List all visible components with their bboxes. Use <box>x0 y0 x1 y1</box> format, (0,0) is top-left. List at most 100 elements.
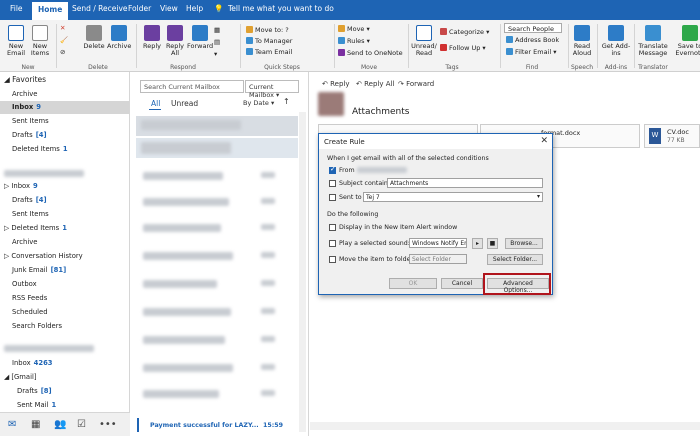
folder-item[interactable]: Outbox <box>12 280 40 288</box>
chevron-down-icon: ▾ <box>536 193 540 200</box>
ignore-icon[interactable]: ✕ <box>60 24 65 32</box>
cancel-button[interactable]: Cancel <box>441 278 483 289</box>
folder-item[interactable]: Archive <box>12 238 40 246</box>
dialog-title-text: Create Rule <box>324 138 365 146</box>
folder-name: Conversation History <box>11 252 83 260</box>
from-checkbox[interactable] <box>329 165 336 174</box>
filter-all-tab[interactable]: All <box>151 99 160 108</box>
filter-email-button[interactable]: Filter Email ▾ <box>506 48 557 56</box>
subject-contains-input[interactable]: Attachments <box>387 178 543 188</box>
folder-item[interactable]: Drafts [8] <box>17 387 52 395</box>
forward-arrow-icon: ↷ <box>398 80 407 88</box>
tasks-icon[interactable]: ☑ <box>77 419 86 430</box>
sort-by-date-dropdown[interactable]: By Date ▾ <box>243 99 274 107</box>
folder-item[interactable]: Scheduled <box>12 308 51 316</box>
display-alert-checkbox[interactable] <box>329 224 336 231</box>
people-icon[interactable]: 👥 <box>54 419 66 430</box>
new-items-button[interactable]: New Items <box>28 25 52 57</box>
follow-up-button[interactable]: Follow Up ▾ <box>440 44 486 52</box>
unread-read-button[interactable]: Unread/ Read <box>411 25 437 57</box>
new-email-button[interactable]: New Email <box>5 25 27 57</box>
move-button[interactable]: Move ▾ <box>338 25 370 33</box>
folder-item[interactable]: Junk Email [81] <box>12 266 66 274</box>
folder-item[interactable]: ▷ Inbox 9 <box>4 182 38 190</box>
archive-button[interactable]: Archive <box>107 25 131 50</box>
reply-button[interactable]: Reply <box>141 25 163 50</box>
mail-icon[interactable]: ✉ <box>8 419 16 430</box>
folder-item[interactable]: Sent Mail 1 <box>17 401 56 409</box>
folder-item[interactable]: ▷ Conversation History <box>4 252 86 260</box>
close-icon[interactable]: ✕ <box>540 136 548 146</box>
stop-button[interactable]: ■ <box>487 238 498 249</box>
reply-all-button[interactable]: Reply All <box>164 25 186 57</box>
search-scope-dropdown[interactable]: Current Mailbox ▾ <box>245 80 299 99</box>
tab-home[interactable]: Home <box>32 2 69 20</box>
folder-item[interactable]: Archive <box>12 90 40 98</box>
folder-item[interactable]: Drafts [4] <box>12 131 47 139</box>
search-input[interactable]: Search Current Mailbox <box>140 80 244 93</box>
play-button[interactable]: ▸ <box>472 238 483 249</box>
forward-button[interactable]: Forward <box>187 25 213 50</box>
more-icon[interactable]: ••• <box>99 419 117 430</box>
calendar-icon[interactable]: ▦ <box>31 419 40 430</box>
categorize-button[interactable]: Categorize ▾ <box>440 28 489 36</box>
read-aloud-button[interactable]: Read Aloud <box>570 25 594 57</box>
quick-step-move-to[interactable]: Move to: ? <box>246 26 289 34</box>
rules-button[interactable]: Rules ▾ <box>338 37 370 45</box>
reading-reply-button[interactable]: ↶ Reply <box>322 80 349 88</box>
tab-file[interactable]: File <box>10 4 23 13</box>
folder-item[interactable]: Drafts [4] <box>12 196 47 204</box>
favorites-header[interactable]: ◢ Favorites <box>4 75 46 84</box>
sent-to-checkbox[interactable] <box>329 194 336 201</box>
search-people-input[interactable]: Search People <box>504 23 562 33</box>
folder-item[interactable]: Sent Items <box>12 117 52 125</box>
reading-reply-all-button[interactable]: ↶ Reply All <box>356 80 394 88</box>
reading-scrollbar[interactable] <box>310 422 700 430</box>
play-sound-checkbox[interactable] <box>329 240 336 247</box>
tab-view[interactable]: View <box>160 4 178 13</box>
list-scrollbar[interactable] <box>299 112 306 432</box>
folder-item[interactable]: Search Folders <box>12 322 65 330</box>
browse-button[interactable]: Browse... <box>505 238 543 249</box>
folder-item[interactable]: ◢ [Gmail] <box>4 373 37 381</box>
address-book-button[interactable]: Address Book <box>506 36 559 44</box>
more-respond-icon[interactable]: ▾ <box>214 50 217 58</box>
reading-forward-button[interactable]: ↷ Forward <box>398 80 434 88</box>
sound-file-input[interactable]: Windows Notify Emai <box>409 238 467 248</box>
send-to-onenote-button[interactable]: Send to OneNote <box>338 49 403 57</box>
cleanup-icon[interactable]: 🧹 <box>60 36 68 44</box>
play-sound-label: Play a selected sound: <box>339 240 410 247</box>
folder-item[interactable]: RSS Feeds <box>12 294 50 302</box>
meeting-icon[interactable]: ▦ <box>214 26 220 34</box>
sent-to-dropdown[interactable]: Tej 7 ▾ <box>363 192 543 202</box>
attachment-card[interactable]: W CV.doc 77 KB <box>644 124 700 148</box>
folder-item[interactable]: ▷ Deleted Items 1 <box>4 224 67 232</box>
ok-button[interactable]: OK <box>389 278 437 289</box>
move-to-folder-checkbox[interactable] <box>329 256 336 263</box>
save-to-evernote-button[interactable]: Save to Evernote <box>674 25 700 57</box>
save-to-evernote-label: Save to Evernote <box>675 42 700 57</box>
select-folder-button[interactable]: Select Folder... <box>487 254 543 265</box>
im-icon[interactable]: ▤ <box>214 38 220 46</box>
message-subject[interactable]: Payment successful for LAZY... <box>150 422 259 429</box>
tab-help[interactable]: Help <box>186 4 203 13</box>
tell-me-box[interactable]: Tell me what you want to do <box>228 4 334 13</box>
get-addins-button[interactable]: Get Add-ins <box>601 25 631 57</box>
folder-item[interactable]: Inbox 4263 <box>12 359 53 367</box>
folder-item[interactable]: Deleted Items 1 <box>12 145 68 153</box>
quick-step-label: Team Email <box>255 48 293 56</box>
filter-unread-tab[interactable]: Unread <box>171 99 198 108</box>
account-name-redacted <box>4 170 84 177</box>
sort-direction-icon[interactable]: ↑ <box>283 97 290 106</box>
quick-step-to-manager[interactable]: To Manager <box>246 37 292 45</box>
translate-message-button[interactable]: Translate Message <box>636 25 670 57</box>
quick-step-team-email[interactable]: Team Email <box>246 48 292 56</box>
delete-button[interactable]: Delete <box>82 25 106 50</box>
subject-contains-checkbox[interactable] <box>329 180 336 187</box>
tab-folder[interactable]: Folder <box>128 4 151 13</box>
folder-item[interactable]: Sent Items <box>12 210 52 218</box>
folder-item[interactable]: Inbox 9 <box>12 103 41 111</box>
archive-icon <box>111 25 127 41</box>
junk-icon[interactable]: ⊘ <box>60 48 65 56</box>
tab-send-receive[interactable]: Send / Receive <box>72 4 128 13</box>
